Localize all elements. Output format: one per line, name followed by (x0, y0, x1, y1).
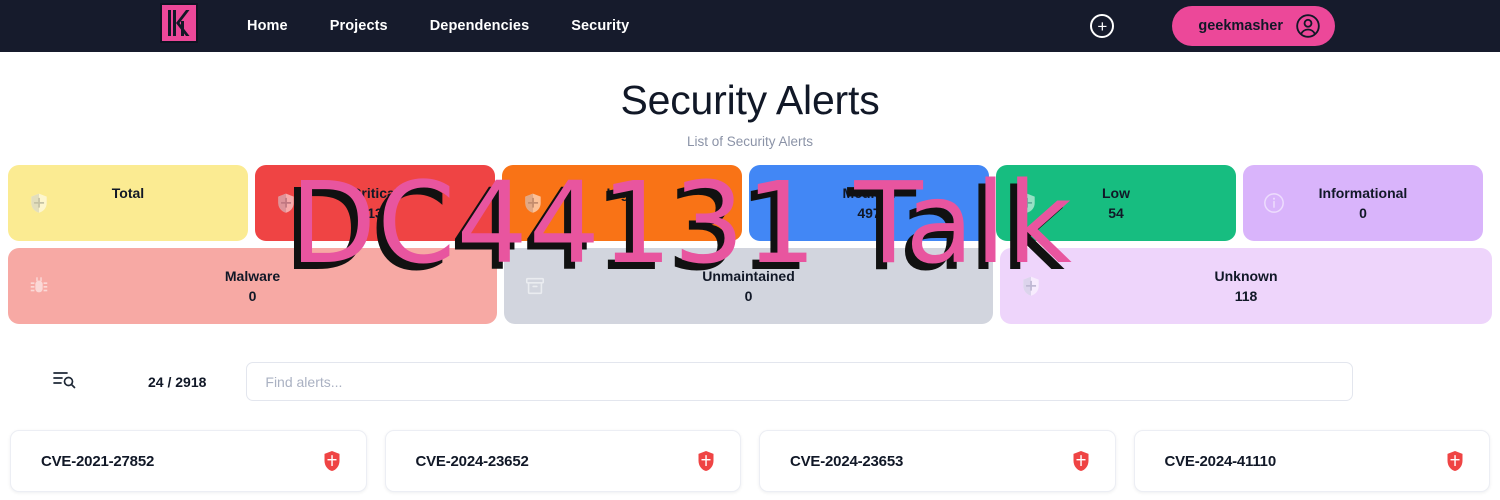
severity-card-value: 497 (857, 204, 881, 221)
shield-critical-icon (1071, 450, 1091, 472)
severity-card-unknown[interactable]: Unknown 118 (1000, 248, 1492, 324)
shield-critical-icon (322, 450, 342, 472)
alerts-list: CVE-2021-27852 CVE-2024-23652 CVE-2024-236… (0, 430, 1500, 492)
severity-card-body: Unmaintained 0 (504, 268, 993, 305)
severity-card-value: 0 (744, 287, 753, 304)
severity-card-label: Malware (224, 267, 281, 284)
page-root: Home Projects Dependencies Security + ge… (0, 0, 1500, 500)
shield-icon (522, 192, 544, 214)
user-menu[interactable]: geekmasher (1172, 6, 1335, 46)
user-menu-label: geekmasher (1198, 18, 1283, 34)
severity-card-label: Critical (351, 184, 399, 201)
alerts-count: 24 / 2918 (148, 373, 207, 390)
severity-card-medium[interactable]: Medium 497 (749, 165, 989, 241)
severity-card-label: Medium (842, 184, 896, 201)
nav-link-home[interactable]: Home (226, 18, 309, 34)
search-input[interactable] (246, 362, 1354, 401)
severity-card-label: Total (111, 184, 145, 201)
severity-card-informational[interactable]: Informational 0 (1243, 165, 1483, 241)
nav-link-projects[interactable]: Projects (309, 18, 409, 34)
shield-critical-icon (696, 450, 716, 472)
severity-card-malware[interactable]: Malware 0 (8, 248, 497, 324)
severity-card-label: Informational (1318, 184, 1408, 201)
alert-card[interactable]: CVE-2024-41110 (1133, 430, 1490, 492)
severity-card-label: Unknown (1214, 267, 1278, 284)
kraken-logo[interactable] (160, 3, 198, 43)
alerts-toolbar: 24 / 2918 (0, 362, 1500, 401)
alert-card[interactable]: CVE-2021-27852 (10, 430, 367, 492)
shield-icon (769, 192, 791, 214)
nav-links: Home Projects Dependencies Security (226, 18, 650, 34)
shield-icon (1020, 275, 1042, 297)
severity-card-low[interactable]: Low 54 (996, 165, 1236, 241)
user-avatar-icon (1296, 14, 1320, 38)
top-navbar: Home Projects Dependencies Security + ge… (0, 0, 1500, 52)
alert-card[interactable]: CVE-2024-23652 (384, 430, 741, 492)
logo-glyph (168, 10, 190, 36)
severity-row-primary: Total Critical 13 High Medium 497 Low 54 Informa… (0, 165, 1500, 241)
page-header: Security Alerts List of Security Alerts (0, 52, 1500, 149)
severity-card-body: Unknown 118 (1000, 268, 1492, 305)
severity-card-value: 54 (1108, 204, 1124, 221)
alert-id: CVE-2024-41110 (1164, 452, 1277, 470)
shield-critical-icon (1445, 450, 1465, 472)
shield-icon (1016, 192, 1038, 214)
nav-link-security[interactable]: Security (550, 18, 650, 34)
bug-icon (28, 275, 50, 297)
filter-search-icon[interactable] (52, 369, 82, 394)
info-icon (1263, 192, 1285, 214)
severity-card-label: Unmaintained (702, 267, 795, 284)
severity-card-value: 0 (248, 287, 257, 304)
severity-card-value: 118 (1234, 287, 1258, 304)
severity-card-critical[interactable]: Critical 13 (255, 165, 495, 241)
severity-summary: Total Critical 13 High Medium 497 Low 54 Informa… (0, 165, 1500, 331)
add-button[interactable]: + (1090, 14, 1115, 38)
severity-card-value: 0 (1359, 204, 1367, 221)
archive-icon (524, 275, 546, 297)
severity-card-label: Low (1102, 184, 1130, 201)
severity-card-unmaintained[interactable]: Unmaintained 0 (504, 248, 993, 324)
shield-icon (275, 192, 297, 214)
alert-card[interactable]: CVE-2024-23653 (759, 430, 1116, 492)
nav-link-dependencies[interactable]: Dependencies (409, 18, 551, 34)
page-subtitle: List of Security Alerts (686, 134, 814, 150)
severity-card-body: Malware 0 (8, 268, 497, 305)
page-title: Security Alerts (620, 77, 880, 123)
severity-card-total[interactable]: Total (8, 165, 248, 241)
alert-id: CVE-2024-23652 (415, 452, 529, 470)
severity-card-high[interactable]: High (502, 165, 742, 241)
alert-id: CVE-2021-27852 (41, 452, 155, 470)
severity-card-value: 13 (367, 204, 383, 221)
severity-card-label: High (606, 184, 638, 201)
severity-row-secondary: Malware 0 Unmaintained 0 Unknown 118 (0, 248, 1500, 324)
shield-icon (28, 192, 50, 214)
alert-id: CVE-2024-23653 (790, 452, 904, 470)
navbar-right: + geekmasher (1090, 0, 1500, 52)
